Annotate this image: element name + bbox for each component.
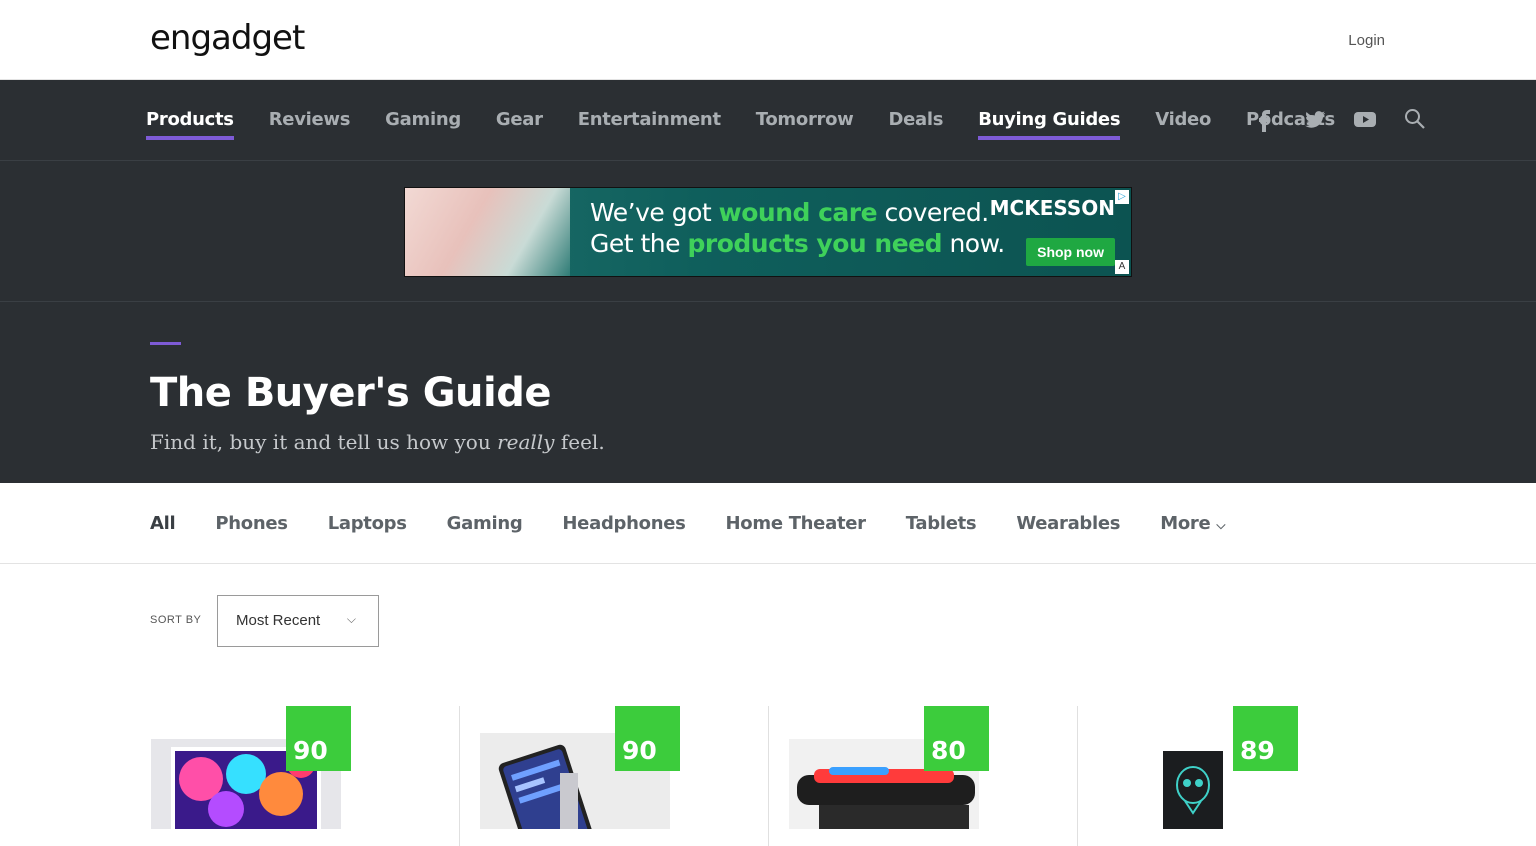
product-grid: 90 90 80 89: [0, 676, 1536, 846]
category-wearables[interactable]: Wearables: [1016, 513, 1120, 534]
category-gaming[interactable]: Gaming: [447, 513, 523, 534]
ad-shop-now-button[interactable]: Shop now: [1026, 238, 1115, 266]
ad-band: We’ve got wound care covered. Get the pr…: [0, 161, 1536, 302]
ad-info-icon[interactable]: A: [1115, 260, 1129, 274]
nav-item-video[interactable]: Video: [1155, 80, 1211, 160]
product-card[interactable]: 90: [150, 706, 459, 846]
chevron-down-icon: ⌵: [1216, 517, 1226, 532]
hero-section: The Buyer's Guide Find it, buy it and te…: [0, 302, 1536, 483]
review-score-badge: 90: [286, 706, 351, 771]
category-laptops[interactable]: Laptops: [328, 513, 407, 534]
nav-item-gaming[interactable]: Gaming: [385, 80, 461, 160]
nav-item-gear[interactable]: Gear: [496, 80, 543, 160]
nav-item-entertainment[interactable]: Entertainment: [578, 80, 721, 160]
nav-items: Products Reviews Gaming Gear Entertainme…: [146, 80, 1370, 160]
ad-headline-2: Get the products you need now.: [590, 229, 1005, 258]
page-subtitle: Find it, buy it and tell us how you real…: [150, 430, 605, 454]
twitter-icon[interactable]: [1302, 106, 1328, 132]
nav-item-buying-guides[interactable]: Buying Guides: [978, 80, 1121, 160]
hero-accent-bar: [150, 342, 181, 345]
review-score-badge: 89: [1233, 706, 1298, 771]
nav-item-tomorrow[interactable]: Tomorrow: [756, 80, 854, 160]
category-bar: All Phones Laptops Gaming Headphones Hom…: [0, 483, 1536, 564]
category-headphones[interactable]: Headphones: [562, 513, 685, 534]
nav-item-reviews[interactable]: Reviews: [269, 80, 351, 160]
site-header: engadget Login: [0, 0, 1536, 80]
adchoices-icon[interactable]: ▷: [1115, 190, 1129, 204]
chevron-down-icon: ⌵: [346, 612, 356, 626]
product-card[interactable]: 80: [768, 706, 1077, 846]
login-link[interactable]: Login: [1348, 32, 1385, 49]
category-all[interactable]: All: [150, 513, 176, 534]
category-tablets[interactable]: Tablets: [906, 513, 977, 534]
category-tabs: All Phones Laptops Gaming Headphones Hom…: [150, 483, 1265, 563]
ad-photo: [405, 188, 570, 276]
nav-item-deals[interactable]: Deals: [889, 80, 944, 160]
review-score-badge: 80: [924, 706, 989, 771]
social-links: [1252, 106, 1428, 132]
category-phones[interactable]: Phones: [215, 513, 288, 534]
main-nav: Products Reviews Gaming Gear Entertainme…: [0, 80, 1536, 161]
page-title: The Buyer's Guide: [150, 370, 551, 416]
sort-select[interactable]: Most Recent ⌵: [217, 595, 379, 647]
product-card[interactable]: 90: [459, 706, 768, 846]
category-more-label: More: [1160, 512, 1211, 534]
sort-label: SORT BY: [150, 614, 202, 626]
sort-row: SORT BY Most Recent ⌵: [0, 564, 1536, 676]
youtube-icon[interactable]: [1352, 106, 1378, 132]
ad-brand-logo: MCKESSON: [989, 196, 1115, 220]
category-home-theater[interactable]: Home Theater: [726, 513, 867, 534]
product-card[interactable]: 89: [1077, 706, 1386, 846]
review-score-badge: 90: [615, 706, 680, 771]
facebook-icon[interactable]: [1252, 106, 1278, 132]
engadget-logo[interactable]: engadget: [150, 18, 305, 58]
ad-headline-1: We’ve got wound care covered.: [590, 198, 989, 227]
banner-ad[interactable]: We’ve got wound care covered. Get the pr…: [404, 187, 1132, 277]
category-more-dropdown[interactable]: More ⌵: [1160, 513, 1225, 534]
product-image[interactable]: [1163, 751, 1223, 829]
sort-selected-value: Most Recent: [236, 612, 321, 629]
search-icon[interactable]: [1402, 106, 1428, 132]
nav-item-products[interactable]: Products: [146, 80, 234, 160]
